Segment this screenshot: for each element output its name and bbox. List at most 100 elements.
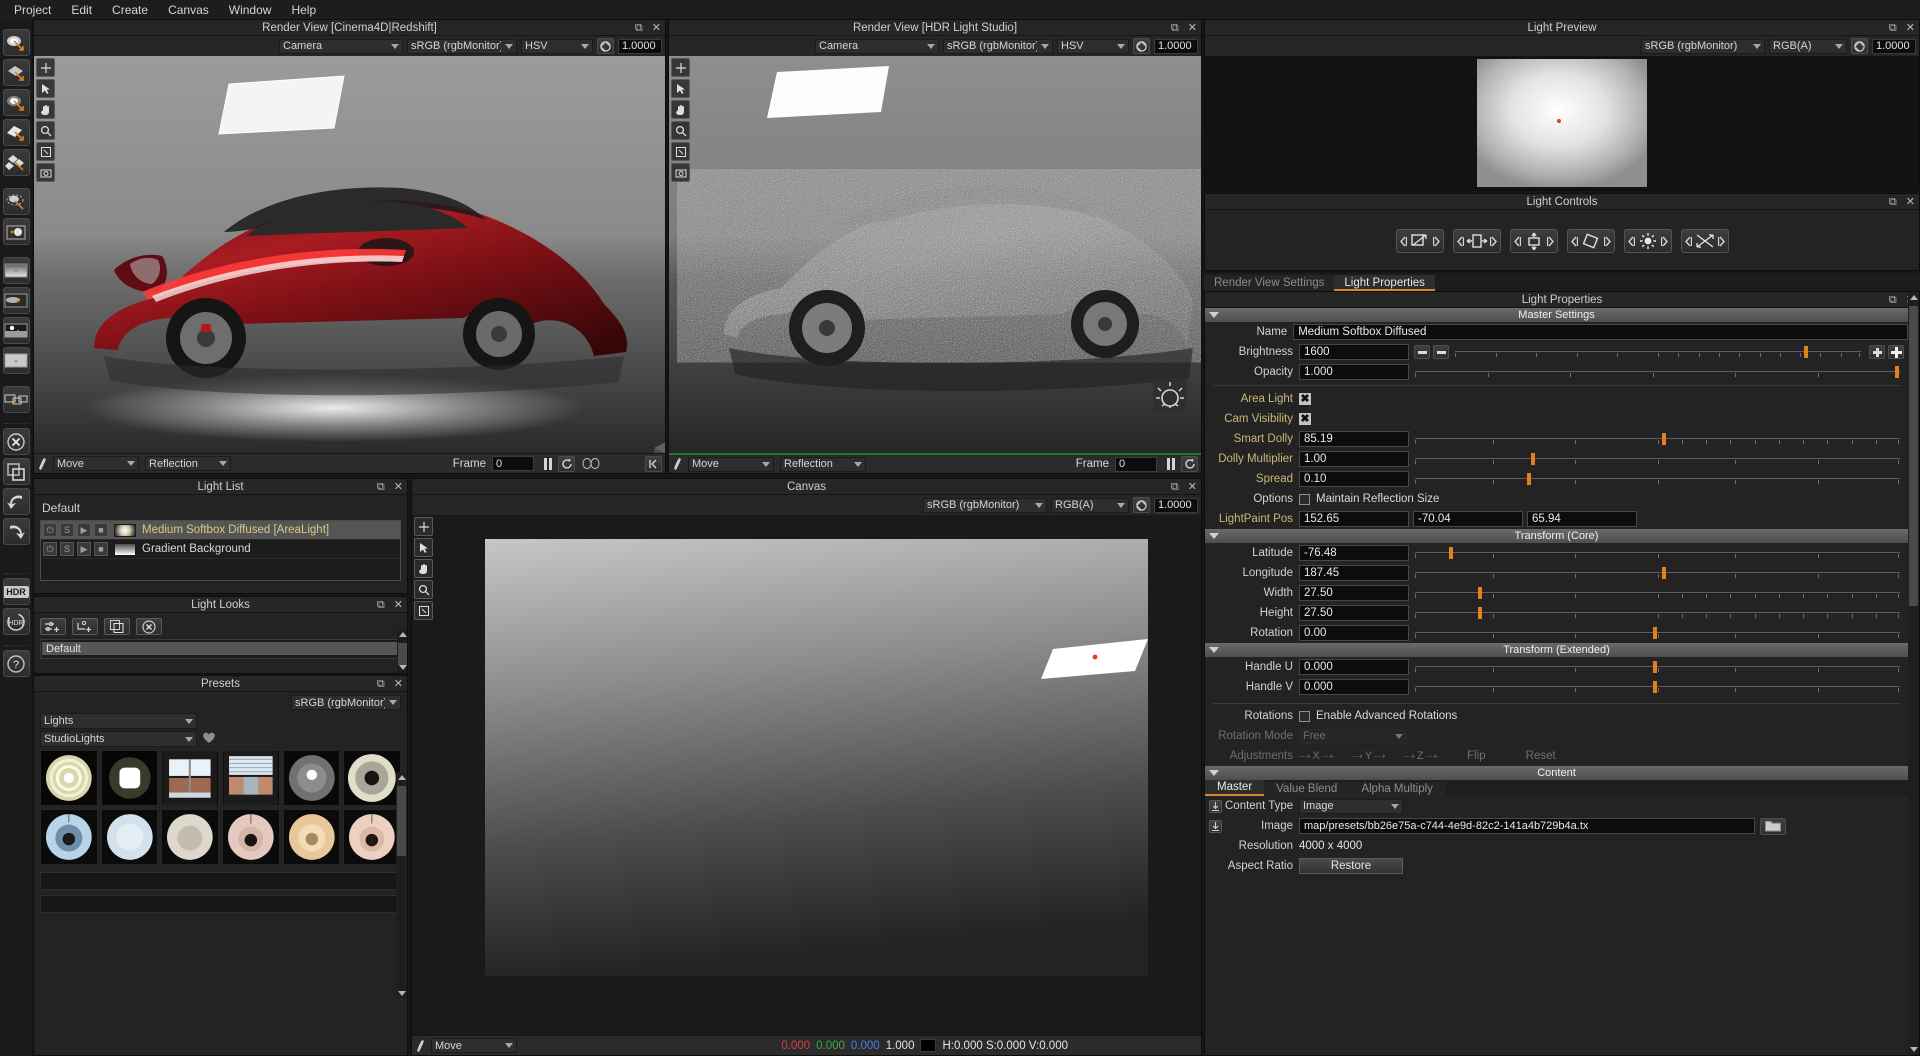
aperture-icon-2[interactable] — [1133, 38, 1150, 54]
opacity-slider[interactable] — [1415, 364, 1900, 380]
select-icon-1[interactable] — [36, 79, 55, 98]
properties-scrollbar-thumb[interactable] — [1909, 306, 1918, 606]
dolly-multiplier-slider[interactable] — [1415, 451, 1900, 467]
duplicate-icon[interactable] — [2, 458, 30, 485]
zoom-icon-1[interactable] — [36, 121, 55, 140]
section-transform-extended[interactable]: Transform (Extended) — [1205, 643, 1908, 657]
light-preview-exposure[interactable]: 1.0000 — [1872, 38, 1916, 54]
snapshot-icon-1[interactable] — [36, 163, 55, 182]
content-tab-master[interactable]: Master — [1205, 780, 1265, 796]
dolly-multiplier-input[interactable]: 1.00 — [1299, 451, 1409, 467]
float-icon[interactable]: ⧉ — [635, 22, 643, 34]
brightness-icon[interactable] — [1623, 229, 1672, 253]
list-item[interactable] — [161, 809, 219, 865]
surface-mode-select-1[interactable]: Reflection — [145, 456, 231, 471]
list-item[interactable] — [282, 750, 341, 806]
content-type-select[interactable]: Image — [1299, 798, 1403, 814]
copy-look-icon[interactable] — [104, 618, 130, 635]
exposure-value-2[interactable]: 1.0000 — [1154, 38, 1198, 54]
rotate-icon[interactable] — [1566, 229, 1615, 253]
list-item[interactable] — [161, 750, 219, 806]
fit-icon-2[interactable] — [671, 142, 690, 161]
list-item[interactable] — [222, 750, 280, 806]
light-looks-scrollbar-thumb[interactable] — [398, 643, 407, 665]
height-input[interactable]: 27.50 — [1299, 605, 1409, 621]
tab-render-view-settings[interactable]: Render View Settings — [1204, 275, 1335, 291]
adj-x-left-icon[interactable]: ⤍ — [1299, 750, 1310, 763]
section-transform-core[interactable]: Transform (Core) — [1205, 529, 1908, 543]
aperture-icon-4[interactable] — [1133, 497, 1150, 513]
float-icon[interactable]: ⧉ — [1889, 196, 1897, 208]
handle-u-input[interactable]: 0.000 — [1299, 659, 1409, 675]
lock-icon[interactable]: ■ — [94, 523, 108, 537]
light-looks-scrollbar[interactable] — [397, 629, 407, 673]
pause-icon-2[interactable] — [1167, 458, 1175, 470]
fit-icon-1[interactable] — [36, 142, 55, 161]
frame-value-1[interactable]: 0 — [492, 456, 534, 471]
refresh-icon-1[interactable] — [558, 455, 575, 472]
rotation-mode-select[interactable]: Free — [1299, 728, 1407, 744]
float-icon[interactable]: ⧉ — [1889, 294, 1897, 306]
close-icon[interactable]: ✕ — [652, 22, 661, 34]
table-row[interactable]: ⏻ S ▶ ■ Gradient Background — [41, 540, 400, 559]
lock-icon[interactable]: ■ — [94, 542, 108, 556]
smart-dolly-input[interactable]: 85.19 — [1299, 431, 1409, 447]
delete-icon[interactable] — [2, 428, 30, 455]
camera-select-1[interactable]: Camera — [279, 38, 403, 54]
compare-icon-1[interactable] — [581, 458, 603, 469]
list-item[interactable] — [343, 809, 401, 865]
light-paint-area-icon[interactable] — [2, 29, 30, 56]
solo-icon[interactable]: S — [60, 542, 74, 556]
flat-background-icon[interactable] — [2, 347, 30, 374]
adj-z-right-icon[interactable]: ⤏ — [1426, 750, 1437, 763]
content-type-download-icon[interactable] — [1209, 799, 1222, 813]
float-icon[interactable]: ⧉ — [377, 678, 385, 690]
browse-folder-icon[interactable] — [1760, 817, 1786, 835]
menu-item-create[interactable]: Create — [102, 1, 158, 19]
close-icon[interactable]: ✕ — [1906, 22, 1915, 34]
close-icon[interactable]: ✕ — [394, 678, 403, 690]
area-light-checkbox[interactable]: ✖ — [1299, 393, 1311, 405]
flip-button[interactable]: Flip — [1467, 750, 1486, 762]
add-look-icon[interactable] — [40, 618, 66, 635]
adj-x-right-icon[interactable]: ⤏ — [1322, 750, 1333, 763]
image-path-input[interactable]: map/presets/bb26e75a-c744-4e9d-82c2-141a… — [1299, 818, 1755, 834]
power-icon[interactable]: ⏻ — [43, 523, 57, 537]
light-looks-list[interactable]: Default — [40, 639, 401, 659]
add-sub-look-icon[interactable] — [72, 618, 98, 635]
close-icon[interactable]: ✕ — [1188, 22, 1197, 34]
hdr-refresh-icon[interactable]: HDR — [2, 608, 30, 635]
canvas-zoom-icon[interactable] — [414, 580, 433, 599]
content-tab-alpha-multiply[interactable]: Alpha Multiply — [1349, 782, 1445, 796]
canvas-colorspace-select[interactable]: sRGB (rgbMonitor) — [923, 497, 1047, 513]
rotation-slider[interactable] — [1415, 625, 1900, 641]
rotation-input[interactable]: 0.00 — [1299, 625, 1409, 641]
brightness-input[interactable]: 1600 — [1299, 344, 1409, 360]
canvas-mode-select[interactable]: Move — [431, 1038, 517, 1053]
handle-v-input[interactable]: 0.000 — [1299, 679, 1409, 695]
light-paint-rotate-icon[interactable] — [2, 188, 30, 215]
exposure-value-1[interactable]: 1.0000 — [618, 38, 662, 54]
canvas-select-icon[interactable] — [414, 538, 433, 557]
width-slider[interactable] — [1415, 585, 1900, 601]
brightness-slider[interactable] — [1455, 344, 1861, 360]
handle-v-slider[interactable] — [1415, 679, 1900, 695]
width-input[interactable]: 27.50 — [1299, 585, 1409, 601]
adj-y-right-icon[interactable]: ⤏ — [1374, 750, 1385, 763]
canvas-hdri-image[interactable] — [485, 539, 1148, 976]
longitude-input[interactable]: 187.45 — [1299, 565, 1409, 581]
refresh-icon-2[interactable] — [1181, 456, 1198, 472]
menu-item-project[interactable]: Project — [4, 1, 61, 19]
tab-light-properties[interactable]: Light Properties — [1334, 275, 1435, 291]
help-icon[interactable]: ? — [2, 650, 30, 677]
channel-select-1[interactable]: HSV — [521, 38, 593, 54]
solo-icon[interactable]: S — [60, 523, 74, 537]
brightness-plus-small-icon[interactable] — [1869, 345, 1885, 359]
light-preview-channel-select[interactable]: RGB(A) — [1769, 38, 1847, 54]
close-icon[interactable]: ✕ — [1188, 481, 1197, 493]
move-diagonal-icon[interactable] — [1680, 229, 1729, 253]
colorspace-select-1[interactable]: sRGB (rgbMonitor) — [407, 38, 517, 54]
select-arrow-icon[interactable]: ▶ — [77, 523, 91, 537]
canvas-pan-icon[interactable] — [414, 517, 433, 536]
adj-y-left-icon[interactable]: ⤍ — [1351, 750, 1362, 763]
